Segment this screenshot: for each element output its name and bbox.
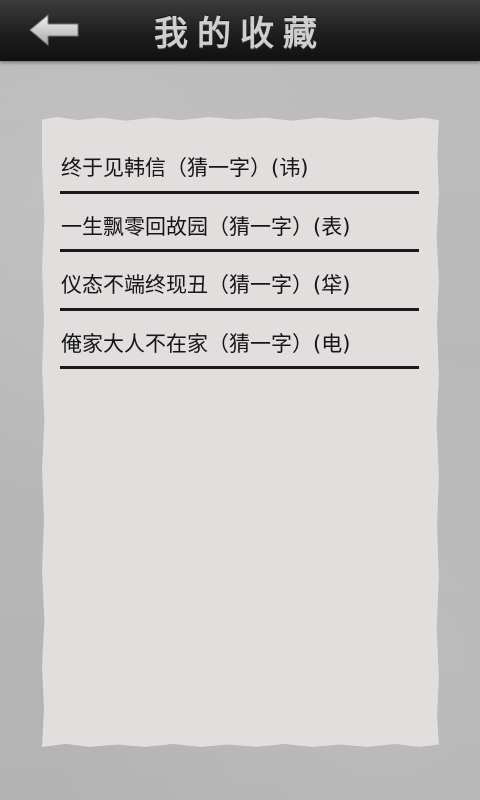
list-item[interactable]: 俺家大人不在家（猜一字）(电): [60, 311, 419, 369]
top-bar: 我的收藏: [0, 0, 480, 61]
list-item-text: 仪态不端终现丑（猜一字）(牮): [61, 273, 351, 297]
list-item[interactable]: 一生飘零回故园（猜一字）(表): [60, 194, 419, 252]
favorites-panel: 终于见韩信（猜一字）(讳) 一生飘零回故园（猜一字）(表) 仪态不端终现丑（猜一…: [42, 117, 439, 747]
back-arrow-icon: [29, 13, 79, 47]
list-item-text: 俺家大人不在家（猜一字）(电): [61, 331, 351, 356]
list-item-text: 终于见韩信（猜一字）(讳): [61, 156, 309, 180]
list-item[interactable]: 终于见韩信（猜一字）(讳): [60, 135, 419, 194]
favorites-list: 终于见韩信（猜一字）(讳) 一生飘零回故园（猜一字）(表) 仪态不端终现丑（猜一…: [60, 135, 419, 369]
back-button[interactable]: [16, 7, 92, 53]
list-item[interactable]: 仪态不端终现丑（猜一字）(牮): [60, 252, 419, 311]
list-item-text: 一生飘零回故园（猜一字）(表): [61, 214, 351, 239]
